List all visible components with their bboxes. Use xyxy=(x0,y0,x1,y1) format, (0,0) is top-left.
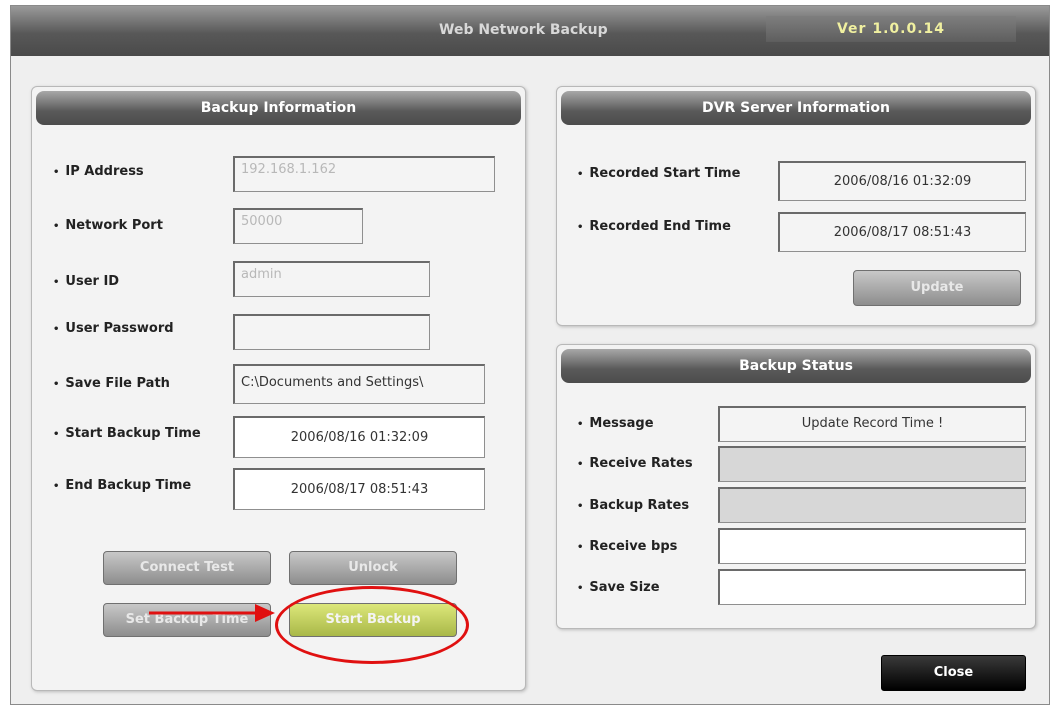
ip-address-label: IP Address xyxy=(53,164,143,179)
message-label: Message xyxy=(577,416,653,431)
user-id-field[interactable]: admin xyxy=(233,261,430,297)
version-label: Ver 1.0.0.14 xyxy=(766,16,1016,42)
recorded-start-time-field[interactable]: 2006/08/16 01:32:09 xyxy=(778,161,1026,201)
save-size-field xyxy=(718,569,1026,605)
receive-rates-label: Receive Rates xyxy=(577,456,692,471)
backup-information-header: Backup Information xyxy=(36,91,521,125)
dvr-server-information-header: DVR Server Information xyxy=(561,91,1031,125)
end-backup-time-field[interactable]: 2006/08/17 08:51:43 xyxy=(233,468,485,510)
backup-rates-bar xyxy=(718,487,1026,523)
window-title: Web Network Backup xyxy=(439,22,608,38)
save-size-label: Save Size xyxy=(577,580,659,595)
recorded-start-time-label: Recorded Start Time xyxy=(577,166,740,181)
start-backup-time-field[interactable]: 2006/08/16 01:32:09 xyxy=(233,416,485,458)
network-port-field[interactable]: 50000 xyxy=(233,208,363,244)
title-bar: Web Network Backup Ver 1.0.0.14 xyxy=(11,6,1049,56)
backup-window: Web Network Backup Ver 1.0.0.14 Backup I… xyxy=(10,5,1050,705)
close-button[interactable]: Close xyxy=(881,655,1026,691)
end-backup-time-label: End Backup Time xyxy=(53,478,191,493)
update-button[interactable]: Update xyxy=(853,270,1021,306)
unlock-button[interactable]: Unlock xyxy=(289,551,457,585)
backup-status-header: Backup Status xyxy=(561,349,1031,383)
network-port-label: Network Port xyxy=(53,218,163,233)
recorded-end-time-field[interactable]: 2006/08/17 08:51:43 xyxy=(778,212,1026,252)
user-password-label: User Password xyxy=(53,321,173,336)
start-backup-time-label: Start Backup Time xyxy=(53,426,200,441)
recorded-end-time-label: Recorded End Time xyxy=(577,219,730,234)
ip-address-field[interactable]: 192.168.1.162 xyxy=(233,156,495,192)
save-file-path-field[interactable]: C:\Documents and Settings\ xyxy=(233,364,485,404)
receive-bps-field xyxy=(718,528,1026,564)
user-id-label: User ID xyxy=(53,274,119,289)
annotation-arrow-icon xyxy=(149,604,275,622)
receive-rates-bar xyxy=(718,446,1026,482)
backup-rates-label: Backup Rates xyxy=(577,498,689,513)
annotation-highlight-ellipse xyxy=(275,586,469,664)
message-field: Update Record Time ! xyxy=(718,406,1026,442)
connect-test-button[interactable]: Connect Test xyxy=(103,551,271,585)
receive-bps-label: Receive bps xyxy=(577,539,677,554)
save-file-path-label: Save File Path xyxy=(53,376,170,391)
user-password-field[interactable] xyxy=(233,314,430,350)
